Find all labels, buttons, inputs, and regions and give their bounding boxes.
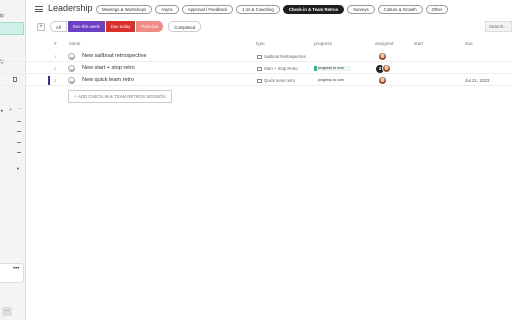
sidebar-fragment: ip <box>0 13 4 19</box>
column-num[interactable]: # <box>54 41 57 46</box>
table-row[interactable]: 3 New quick team retro Quick team retro … <box>0 75 512 86</box>
avatar[interactable] <box>378 52 387 61</box>
template-type-icon <box>257 78 262 83</box>
sidebar-bottom-button[interactable]: ... <box>2 307 12 316</box>
sidebar-selected-item[interactable] <box>0 22 24 35</box>
tab-checkin-team-retros[interactable]: Check-in & Team Retros <box>282 5 345 14</box>
row-name[interactable]: New start + stop retro <box>82 65 135 71</box>
sidebar-minus-icon[interactable]: – <box>18 106 21 112</box>
sidebar-item-dash[interactable] <box>17 152 21 153</box>
column-due[interactable]: due <box>465 41 473 46</box>
avatar[interactable] <box>378 76 387 85</box>
row-type-label: Sailboat Retrospective <box>264 54 306 59</box>
add-session-button[interactable]: + ADD CHECK-IN & TEAM RETROS SESSION <box>68 90 172 103</box>
tab-1on1s-coaching[interactable]: 1:1s & Coaching <box>236 5 280 14</box>
complete-checkbox-icon[interactable] <box>68 65 75 72</box>
template-type-icon <box>257 54 262 59</box>
avatar[interactable] <box>382 64 391 73</box>
table-header: # name type progress assigned start due <box>0 41 512 49</box>
row-number: 3 <box>54 78 57 83</box>
row-type: Sailboat Retrospective <box>257 54 306 59</box>
tab-meetings-workshops[interactable]: Meetings & Workshops <box>96 5 153 14</box>
column-assigned[interactable]: assigned <box>375 41 393 46</box>
row-name[interactable]: New quick team retro <box>82 77 134 83</box>
hamburger-menu-icon[interactable] <box>35 6 43 12</box>
column-type[interactable]: type <box>256 41 265 46</box>
tab-other[interactable]: Other <box>425 5 449 14</box>
add-button[interactable]: + <box>37 23 45 31</box>
more-options-icon[interactable]: ••• <box>13 266 19 272</box>
progress-bar: progress to com <box>314 78 351 83</box>
row-name[interactable]: New sailboat retrospective <box>82 53 147 59</box>
filter-past-due[interactable]: Past due <box>136 21 164 32</box>
sidebar-caret-icon[interactable]: ▼ <box>16 166 20 171</box>
filter-all[interactable]: All <box>50 21 67 32</box>
row-type-label: Quick team retro <box>264 78 295 83</box>
category-tabs: Meetings & Workshops Async Approval / Fe… <box>96 5 449 14</box>
tab-async[interactable]: Async <box>155 5 179 14</box>
page-title: Leadership <box>48 3 93 13</box>
tab-approval-feedback[interactable]: Approval / Feedback <box>181 5 234 14</box>
filter-completed[interactable]: Completed <box>168 21 202 32</box>
due-date[interactable]: Jul 21, 2023 <box>465 78 490 83</box>
template-type-icon <box>257 66 262 71</box>
row-type: Quick team retro <box>257 78 295 83</box>
complete-checkbox-icon[interactable] <box>68 53 75 60</box>
row-type-label: Start + Stop Retro <box>264 66 298 71</box>
progress-bar: progress to com <box>314 66 351 71</box>
filter-bar: All Due this week Due today Past due Com… <box>50 21 202 32</box>
row-type: Start + Stop Retro <box>257 66 298 71</box>
row-drag-handle[interactable] <box>48 76 50 85</box>
sidebar-item-dash[interactable] <box>17 142 21 143</box>
sidebar-item-dash[interactable] <box>17 121 21 122</box>
column-progress[interactable]: progress <box>314 41 332 46</box>
sidebar-chevron-icon[interactable]: ▸ <box>1 108 4 114</box>
table-row[interactable]: 1 New sailboat retrospective Sailboat Re… <box>0 51 512 62</box>
sidebar-card[interactable] <box>0 263 24 283</box>
sidebar-item-dash[interactable] <box>17 131 21 132</box>
search-input[interactable]: Search... <box>485 21 512 32</box>
filter-due-today[interactable]: Due today <box>105 21 136 32</box>
tab-surveys[interactable]: Surveys <box>347 5 375 14</box>
sidebar-plus-icon[interactable]: + <box>9 107 12 113</box>
table-row[interactable]: 2 New start + stop retro Start + Stop Re… <box>0 63 512 74</box>
row-number: 2 <box>54 66 57 71</box>
tab-culture-growth[interactable]: Culture & Growth <box>377 5 423 14</box>
column-name[interactable]: name <box>69 41 81 46</box>
filter-due-this-week[interactable]: Due this week <box>67 21 105 32</box>
row-number: 1 <box>54 54 57 59</box>
column-start[interactable]: start <box>414 41 423 46</box>
complete-checkbox-icon[interactable] <box>68 77 75 84</box>
